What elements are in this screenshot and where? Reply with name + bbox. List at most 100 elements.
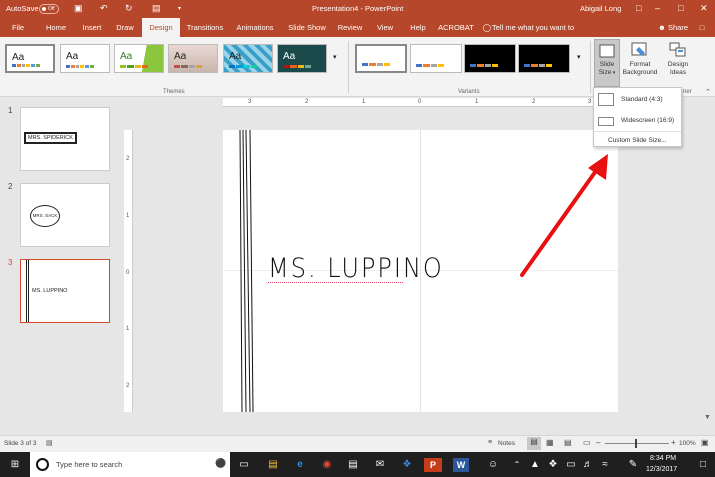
variant-3[interactable] [464, 44, 516, 73]
collapse-ribbon-icon[interactable]: ⌃ [705, 88, 711, 96]
minimize-icon[interactable]: – [655, 3, 660, 13]
maximize-icon[interactable]: □ [678, 3, 683, 13]
tab-help[interactable]: Help [404, 18, 432, 37]
chrome-icon[interactable]: ◉ [320, 458, 334, 472]
tab-slide-show[interactable]: Slide Show [284, 18, 330, 37]
microphone-icon[interactable]: ⚫ [215, 458, 226, 469]
dropbox-tray-icon[interactable]: ❖ [546, 458, 560, 472]
show-hidden-icons[interactable]: ⌃ [510, 458, 524, 472]
zoom-slider[interactable] [605, 443, 669, 444]
file-explorer-icon[interactable]: ▤ [266, 458, 280, 472]
design-ideas-button[interactable]: Design Ideas [662, 39, 694, 87]
battery-icon[interactable]: ▭ [564, 458, 578, 472]
tab-acrobat[interactable]: ACROBAT [436, 18, 476, 37]
save-icon[interactable]: ▣ [74, 3, 83, 14]
annotation-arrow [520, 154, 608, 277]
variant-1[interactable] [355, 44, 407, 73]
zoom-in-icon[interactable]: + [671, 438, 676, 447]
tab-transitions[interactable]: Transitions [183, 18, 227, 37]
tab-home[interactable]: Home [40, 18, 72, 37]
tab-insert[interactable]: Insert [77, 18, 107, 37]
format-background-label-line2: Background [622, 69, 658, 76]
variant-2[interactable] [410, 44, 462, 73]
spelling-icon[interactable]: ▤ [46, 439, 53, 447]
comments-icon[interactable]: □ [695, 18, 709, 37]
tab-view[interactable]: View [370, 18, 400, 37]
close-icon[interactable]: ✕ [700, 3, 708, 14]
tell-me-search[interactable]: Tell me what you want to do [492, 18, 584, 51]
standard-option[interactable]: Standard (4:3) [594, 91, 681, 109]
wifi-icon[interactable]: ≈ [598, 458, 612, 472]
slideshow-view-icon[interactable]: ▭ [583, 438, 591, 447]
slide-thumbnail-2[interactable]: MRS. SACK [20, 183, 110, 247]
vertical-lines-graphic[interactable] [238, 130, 258, 412]
undo-icon[interactable]: ↶ [100, 3, 108, 14]
autosave-toggle[interactable]: Off [39, 4, 59, 14]
format-background-button[interactable]: Format Background [620, 39, 660, 87]
normal-view-icon[interactable]: ▤ [527, 437, 541, 450]
theme-sample-text: Aa [66, 51, 79, 62]
widescreen-option[interactable]: Widescreen (16:9) [594, 112, 681, 130]
tab-animations[interactable]: Animations [232, 18, 278, 37]
zoom-level[interactable]: 100% [679, 440, 696, 447]
scroll-down-icon[interactable]: ▼ [704, 414, 711, 421]
ruler-label: 2 [532, 99, 536, 105]
network-icon[interactable]: ▲ [528, 458, 542, 472]
edge-icon[interactable]: e [293, 458, 307, 472]
theme-ion-boardroom[interactable]: Aa [223, 44, 273, 73]
slide-size-button[interactable]: Slide Size ▾ [594, 39, 620, 87]
slide-title-text[interactable]: MS. LUPPINO [268, 253, 444, 284]
customize-toolbar-icon[interactable]: ▾ [178, 5, 181, 12]
theme-office-2[interactable]: Aa [60, 44, 110, 73]
powerpoint-icon[interactable]: P [424, 458, 442, 472]
windows-start-icon[interactable]: ⊞ [8, 458, 22, 472]
theme-facet[interactable]: Aa [114, 44, 164, 73]
theme-sample-text: Aa [120, 51, 133, 62]
user-name[interactable]: Abigail Long [580, 4, 621, 13]
clock-date[interactable]: 12/3/2017 [646, 466, 677, 473]
redo-icon[interactable]: ↻ [125, 3, 133, 14]
tab-draw[interactable]: Draw [110, 18, 140, 37]
standard-ratio-icon [598, 93, 614, 106]
notes-button[interactable]: Notes [498, 440, 515, 447]
action-center-icon[interactable]: □ [696, 458, 710, 472]
slide-thumbnail-lines [26, 260, 29, 322]
share-button[interactable]: Share [667, 18, 689, 37]
zoom-slider-thumb[interactable] [635, 439, 637, 448]
present-icon[interactable]: ▤ [152, 3, 161, 14]
horizontal-ruler: 3 2 1 0 1 2 3 [223, 98, 618, 107]
store-icon[interactable]: ▤ [346, 458, 360, 472]
task-view-icon[interactable]: ▭ [237, 458, 251, 472]
widescreen-option-label: Widescreen (16:9) [621, 117, 675, 124]
window-title: Presentation4 - PowerPoint [312, 4, 404, 13]
variants-more-icon[interactable]: ▾ [577, 53, 581, 61]
slide-number: 1 [8, 106, 13, 115]
tab-review[interactable]: Review [335, 18, 365, 37]
variant-4[interactable] [518, 44, 570, 73]
reading-view-icon[interactable]: ▤ [564, 438, 572, 447]
theme-office[interactable]: Aa [5, 44, 55, 73]
slide-sorter-icon[interactable]: ▦ [546, 438, 554, 447]
volume-icon[interactable]: ♬ [581, 458, 595, 472]
dropbox-icon[interactable]: ❖ [400, 458, 414, 472]
fit-to-window-icon[interactable]: ▣ [701, 438, 709, 447]
zoom-out-icon[interactable]: – [596, 438, 600, 447]
slide-thumbnail-3[interactable]: MS. LUPPINO [20, 259, 110, 323]
ruler-label: 0 [126, 270, 130, 276]
mail-icon[interactable]: ✉ [373, 458, 387, 472]
pen-icon[interactable]: ✎ [626, 458, 640, 472]
widescreen-ratio-icon [598, 117, 614, 126]
people-icon[interactable]: ☺ [486, 458, 500, 472]
word-icon[interactable]: W [453, 458, 469, 472]
themes-more-icon[interactable]: ▾ [333, 53, 337, 61]
theme-integral[interactable]: Aa [168, 44, 218, 73]
status-bar: Slide 3 of 3 ▤ ≡ Notes ▤ ▦ ▤ ▭ – + 100% … [0, 435, 715, 452]
taskbar-search-box[interactable]: Type here to search ⚫ [30, 452, 230, 477]
notes-icon[interactable]: ≡ [488, 439, 492, 446]
slide-thumbnail-1[interactable]: MRS. SPIDERICK [20, 107, 110, 171]
theme-ion[interactable]: Aa [277, 44, 327, 73]
tab-file[interactable]: File [4, 18, 32, 37]
ribbon-display-icon[interactable]: □ [636, 3, 641, 13]
clock-time[interactable]: 8:34 PM [650, 455, 676, 462]
tab-design[interactable]: Design [142, 18, 180, 37]
